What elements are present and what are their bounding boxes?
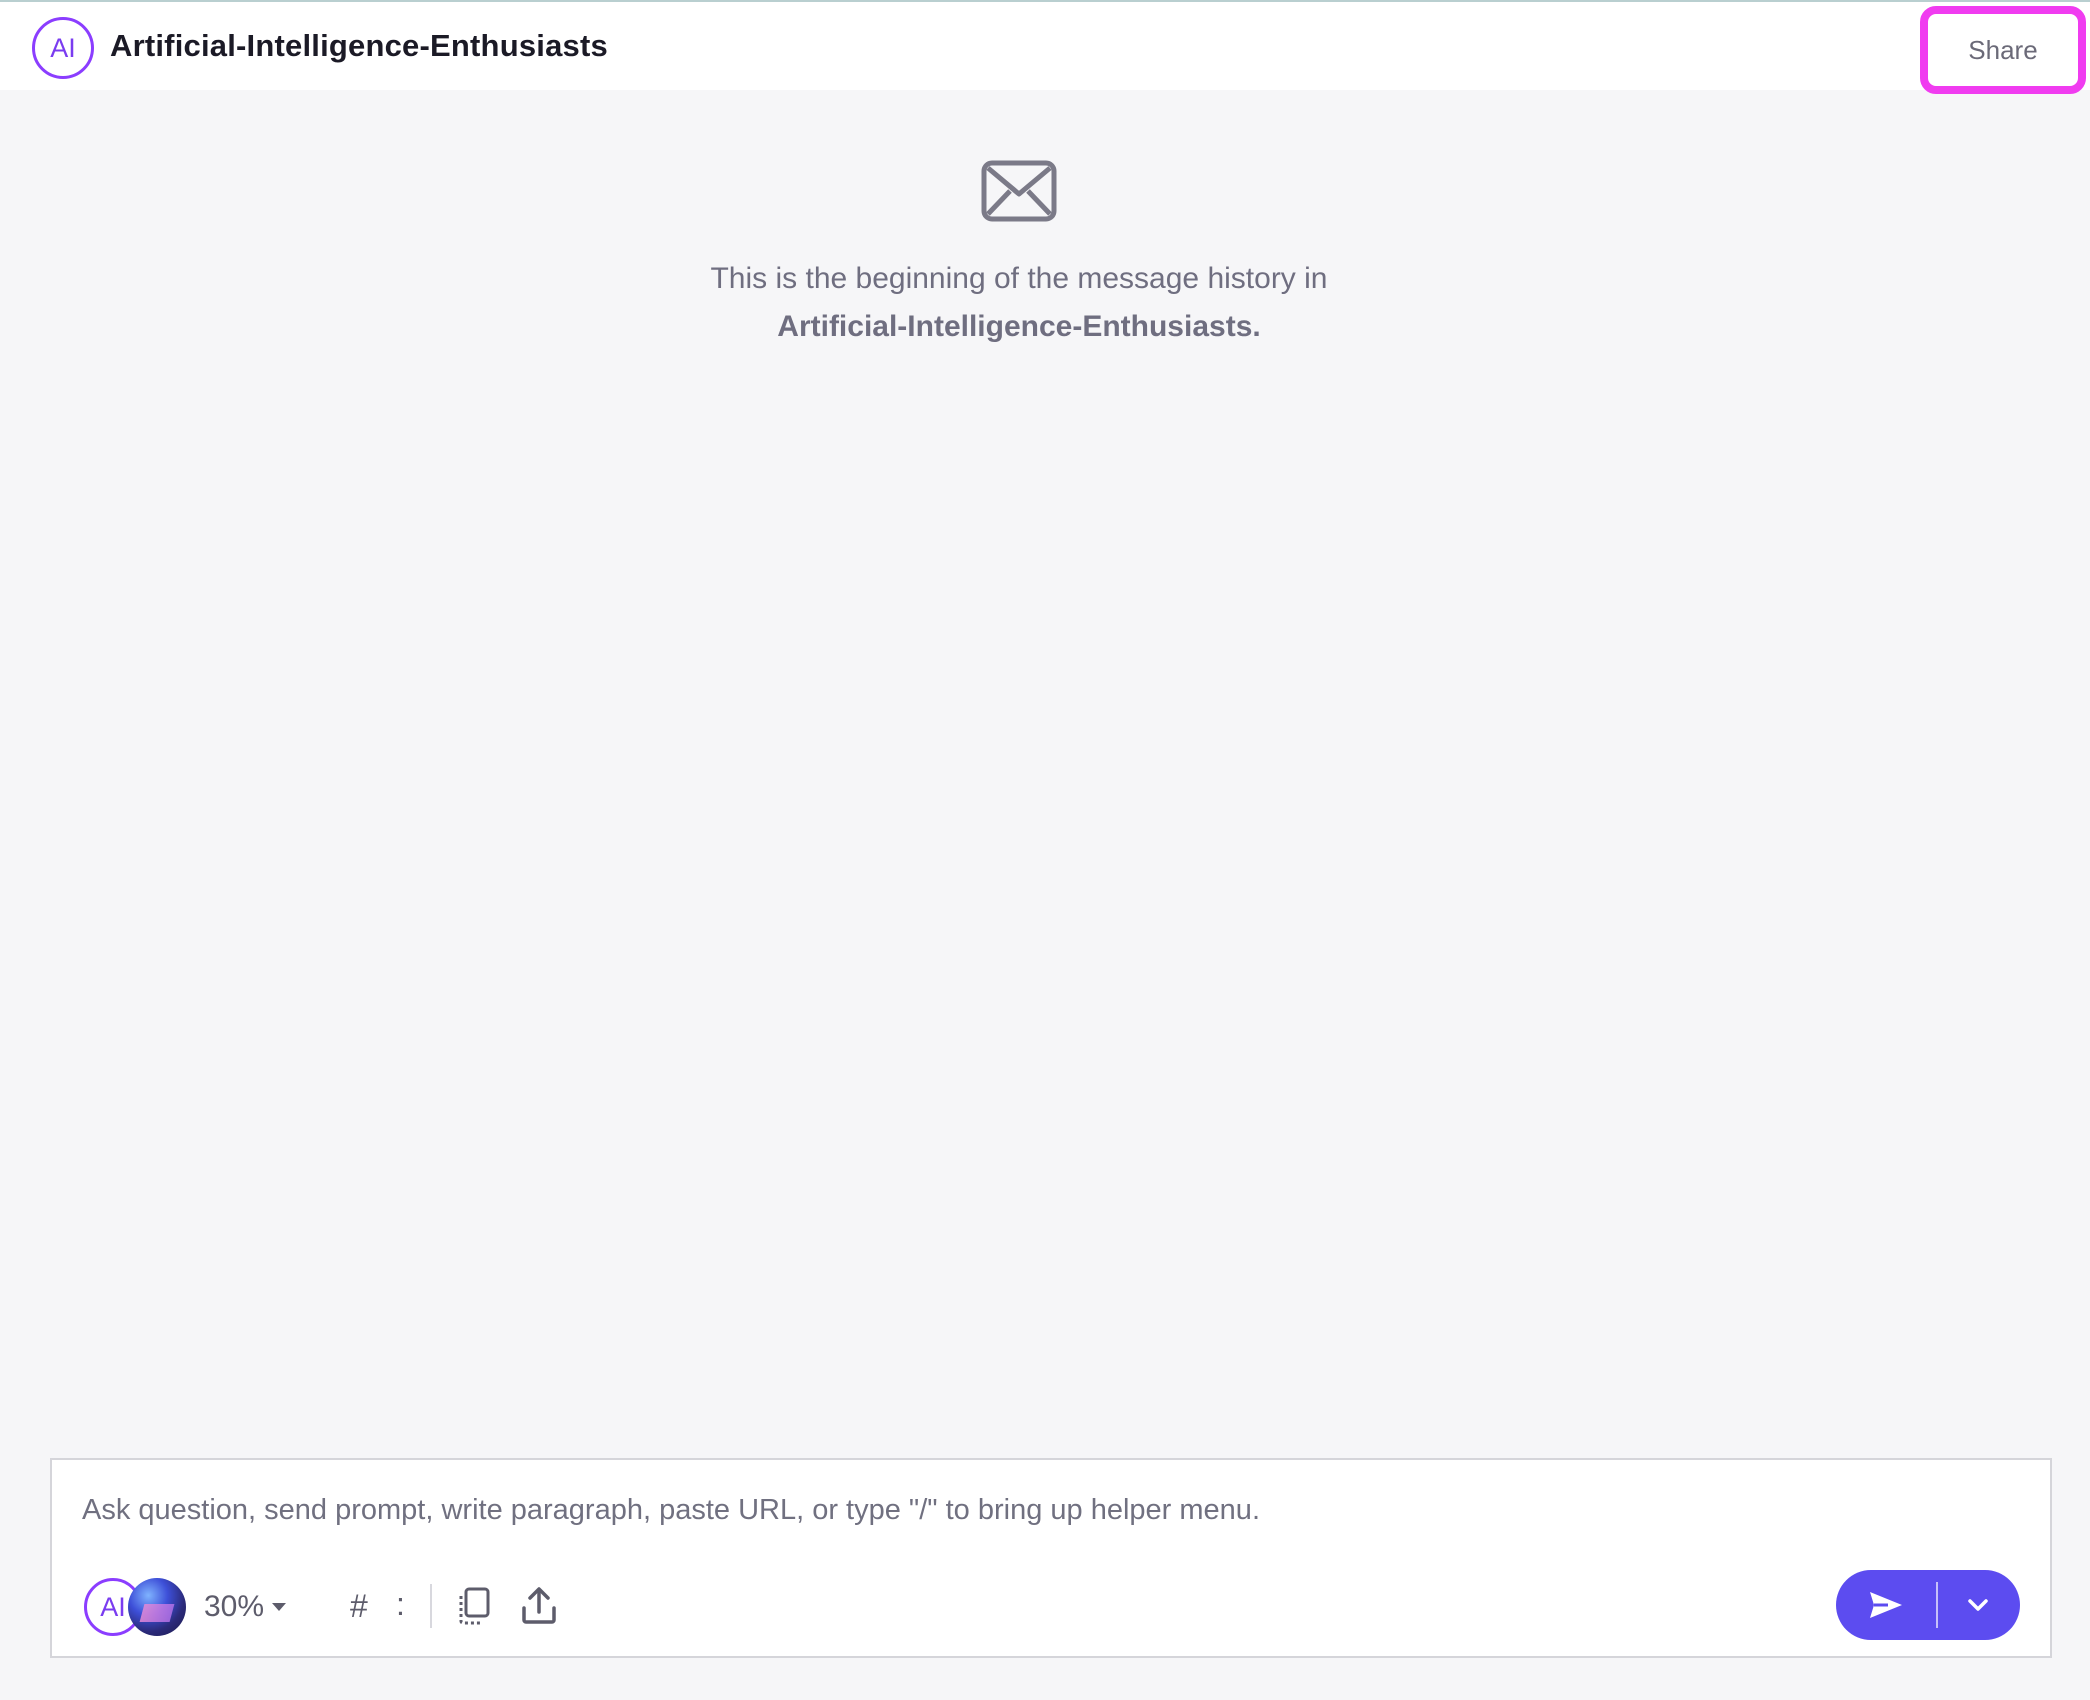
- caret-down-icon: [272, 1603, 287, 1611]
- empty-state-channel-name: Artificial-Intelligence-Enthusiasts.: [777, 310, 1261, 343]
- message-composer: AI 30% # :: [50, 1458, 2052, 1658]
- send-button[interactable]: [1836, 1570, 1936, 1640]
- send-options-button[interactable]: [1938, 1570, 2018, 1640]
- toolbar-divider: [430, 1584, 432, 1628]
- colon-button[interactable]: :: [396, 1586, 405, 1623]
- percent-value: 30%: [204, 1590, 265, 1623]
- upload-icon[interactable]: [520, 1586, 558, 1626]
- mail-icon: [981, 160, 1057, 222]
- copy-icon[interactable]: [456, 1586, 492, 1626]
- send-icon: [1870, 1592, 1902, 1618]
- message-input[interactable]: [82, 1488, 1982, 1532]
- send-button-group: [1836, 1570, 2020, 1640]
- chevron-down-icon: [1968, 1599, 1988, 1611]
- hashtag-button[interactable]: #: [350, 1588, 368, 1625]
- user-avatar[interactable]: [128, 1578, 186, 1636]
- share-button[interactable]: Share: [1920, 6, 2086, 94]
- empty-message-history: This is the beginning of the message his…: [0, 160, 2090, 344]
- channel-avatar: AI: [32, 17, 94, 79]
- percent-dropdown[interactable]: 30%: [204, 1590, 287, 1624]
- channel-header: AI Artificial-Intelligence-Enthusiasts: [0, 2, 2090, 90]
- empty-state-text: This is the beginning of the message his…: [710, 262, 1328, 295]
- composer-toolbar: AI 30% # :: [84, 1578, 2024, 1638]
- channel-title: Artificial-Intelligence-Enthusiasts: [110, 28, 608, 63]
